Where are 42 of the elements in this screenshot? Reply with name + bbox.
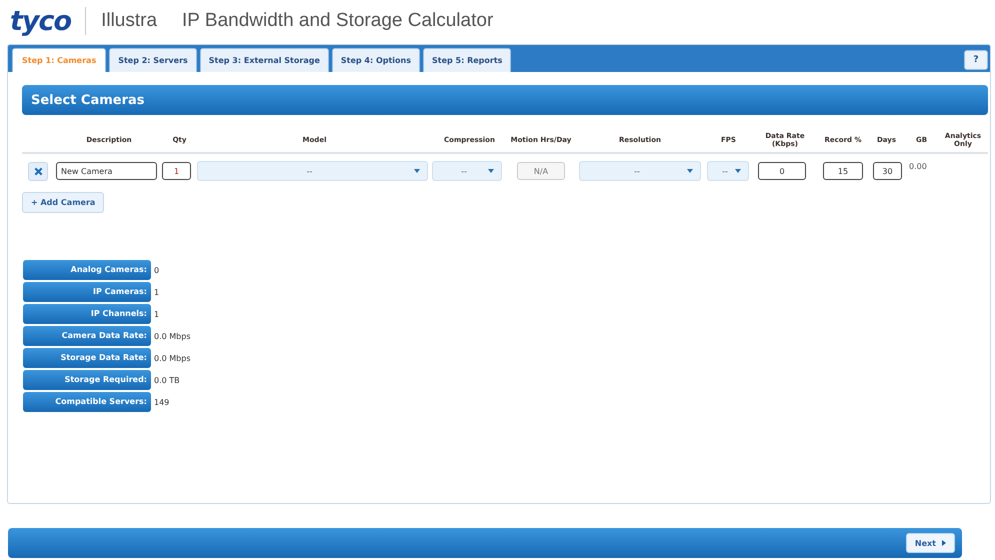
summary-value: 0.0 TB: [154, 376, 180, 384]
quantity-field[interactable]: 1: [162, 162, 191, 180]
caret-icon: [488, 169, 494, 173]
summary-value: 1: [154, 288, 160, 296]
help-button[interactable]: ?: [964, 50, 988, 70]
summary-label: Analog Cameras:: [23, 260, 151, 280]
description-field[interactable]: New Camera: [56, 162, 157, 180]
summary-value: 0.0 Mbps: [154, 332, 190, 340]
gb-value: 0.00: [909, 162, 927, 171]
summary-value: 0.0 Mbps: [154, 354, 190, 362]
step-tab[interactable]: Step 4: Options: [332, 48, 420, 72]
caret-icon: [735, 169, 741, 173]
summary-value: 0: [154, 266, 160, 274]
caret-icon: [942, 540, 946, 546]
section-title: Select Cameras: [31, 92, 144, 108]
step-tab[interactable]: Step 3: External Storage: [200, 48, 329, 72]
summary-label: IP Cameras:: [23, 282, 151, 302]
model-dropdown[interactable]: --: [197, 161, 428, 181]
data-rate-field[interactable]: 0: [758, 162, 806, 180]
caret-icon: [414, 169, 420, 173]
compression-dropdown[interactable]: --: [432, 161, 502, 181]
close-icon: [34, 166, 42, 176]
summary-value: 1: [154, 310, 160, 318]
fps-dropdown[interactable]: --: [707, 161, 749, 181]
step-tab[interactable]: Step 2: Servers: [109, 48, 197, 72]
caret-icon: [687, 169, 693, 173]
summary-value: 149: [154, 398, 170, 406]
resolution-dropdown[interactable]: --: [579, 161, 701, 181]
next-button[interactable]: Next: [906, 533, 955, 553]
summary-label: Storage Data Rate:: [23, 348, 151, 368]
step-tab[interactable]: Step 5: Reports: [423, 48, 512, 72]
app-title: IP Bandwidth and Storage Calculator: [182, 10, 494, 32]
brand-logo: tyco: [10, 6, 72, 36]
summary-label: IP Channels:: [23, 304, 151, 324]
record-percent-field[interactable]: 15: [823, 162, 863, 180]
summary-label: Storage Required:: [23, 370, 151, 390]
remove-button[interactable]: [28, 162, 48, 180]
add-camera-button[interactable]: + Add Camera: [22, 192, 104, 213]
product-name: Illustra: [101, 10, 158, 32]
days-field[interactable]: 30: [873, 162, 902, 180]
summary-label: Camera Data Rate:: [23, 326, 151, 346]
summary-label: Compatible Servers:: [23, 392, 151, 412]
